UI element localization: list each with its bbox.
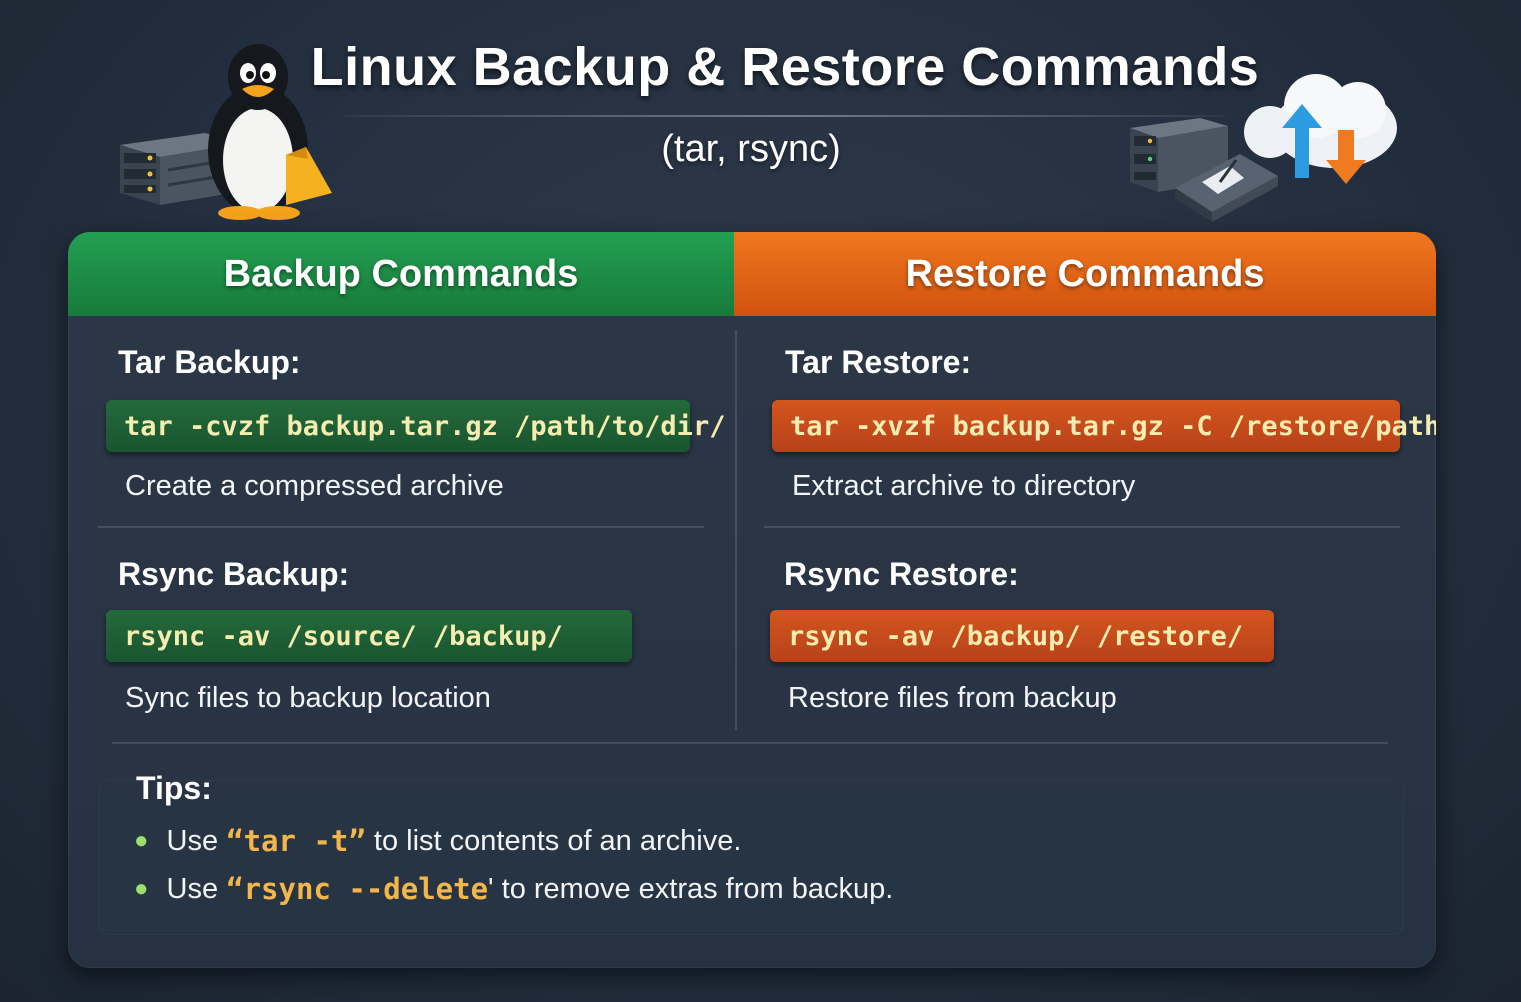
tar-restore-description: Extract archive to directory	[792, 470, 1136, 502]
tip-suffix: ' to remove extras from backup.	[488, 872, 894, 905]
restore-section-divider	[764, 526, 1400, 528]
server-cloud-art	[1130, 74, 1397, 222]
tar-backup-command[interactable]: tar -cvzf backup.tar.gz /path/to/dir/	[106, 400, 725, 452]
backup-header: Backup Commands	[68, 232, 734, 316]
backup-section-divider	[98, 526, 704, 528]
tar-backup-description: Create a compressed archive	[125, 470, 504, 502]
commands-panel: Backup Commands Restore Commands Tar Bac…	[68, 232, 1436, 968]
title-divider	[345, 115, 1225, 117]
tar-restore-command[interactable]: tar -xvzf backup.tar.gz -C /restore/path…	[772, 400, 1436, 452]
tar-restore-title: Tar Restore:	[785, 344, 972, 380]
tips-title: Tips:	[136, 770, 212, 806]
rsync-backup-command[interactable]: rsync -av /source/ /backup/	[106, 610, 632, 662]
tar-backup-title: Tar Backup:	[118, 344, 301, 380]
rsync-backup-description: Sync files to backup location	[125, 682, 491, 714]
rsync-backup-title: Rsync Backup:	[118, 556, 350, 592]
tip-prefix: Use	[166, 872, 227, 905]
tip-code: “tar -t”	[226, 824, 366, 858]
tip-item: ● Use “rsync --delete ' to remove extras…	[134, 872, 893, 906]
bullet-icon: ●	[134, 827, 149, 854]
tip-code: “rsync --delete	[226, 872, 489, 906]
column-divider	[735, 330, 737, 730]
rsync-restore-title: Rsync Restore:	[784, 556, 1019, 592]
infographic: Linux Backup & Restore Commands (tar, rs…	[0, 0, 1521, 1002]
tips-divider	[112, 742, 1388, 744]
rsync-restore-command[interactable]: rsync -av /backup/ /restore/	[770, 610, 1274, 662]
rsync-restore-description: Restore files from backup	[788, 682, 1117, 714]
cloud-sync-icon	[1244, 74, 1397, 184]
tip-item: ● Use “tar -t” to list contents of an ar…	[134, 824, 741, 858]
restore-header: Restore Commands	[734, 232, 1436, 316]
bullet-icon: ●	[134, 875, 149, 902]
tip-suffix: to list contents of an archive.	[365, 824, 742, 857]
tip-prefix: Use	[166, 824, 227, 857]
